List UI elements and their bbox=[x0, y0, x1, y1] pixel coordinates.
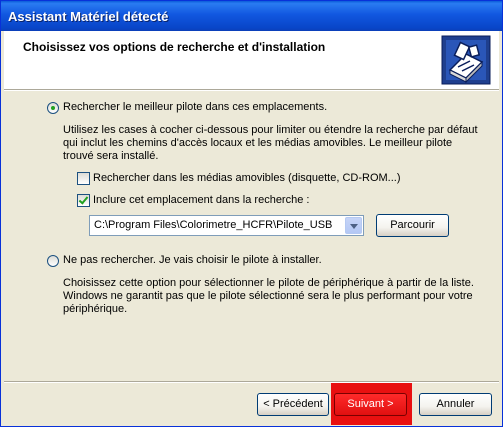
chevron-down-icon[interactable] bbox=[345, 217, 362, 234]
search-best-radio[interactable] bbox=[47, 102, 59, 114]
path-value: C:\Program Files\Colorimetre_HCFR\Pilote… bbox=[94, 219, 333, 231]
wizard-header: Choisissez vos options de recherche et d… bbox=[4, 31, 499, 89]
path-combobox[interactable]: C:\Program Files\Colorimetre_HCFR\Pilote… bbox=[89, 215, 364, 236]
hardware-icon bbox=[440, 34, 492, 86]
page-title: Choisissez vos options de recherche et d… bbox=[23, 40, 326, 54]
removable-media-label[interactable]: Rechercher dans les médias amovibles (di… bbox=[93, 172, 401, 184]
no-search-description: Choisissez cette option pour sélectionne… bbox=[63, 277, 474, 315]
search-best-description: Utilisez les cases à cocher ci-dessous p… bbox=[63, 124, 478, 162]
no-search-label[interactable]: Ne pas rechercher. Je vais choisir le pi… bbox=[63, 254, 322, 266]
cancel-button[interactable]: Annuler bbox=[419, 393, 492, 416]
include-location-checkbox[interactable] bbox=[77, 194, 90, 207]
include-location-label[interactable]: Inclure cet emplacement dans la recherch… bbox=[93, 194, 309, 206]
search-best-label[interactable]: Rechercher le meilleur pilote dans ces e… bbox=[63, 101, 327, 113]
browse-button[interactable]: Parcourir bbox=[376, 214, 449, 237]
header-divider bbox=[4, 89, 499, 91]
back-button[interactable]: < Précédent bbox=[257, 393, 329, 416]
removable-media-checkbox[interactable] bbox=[77, 172, 90, 185]
no-search-radio[interactable] bbox=[47, 255, 59, 267]
wizard-window: Assistant Matériel détecté Choisissez vo… bbox=[0, 0, 503, 427]
next-button[interactable]: Suivant > bbox=[334, 393, 407, 416]
footer-divider bbox=[4, 381, 499, 383]
window-title: Assistant Matériel détecté bbox=[8, 9, 169, 24]
title-bar[interactable]: Assistant Matériel détecté bbox=[1, 1, 502, 31]
